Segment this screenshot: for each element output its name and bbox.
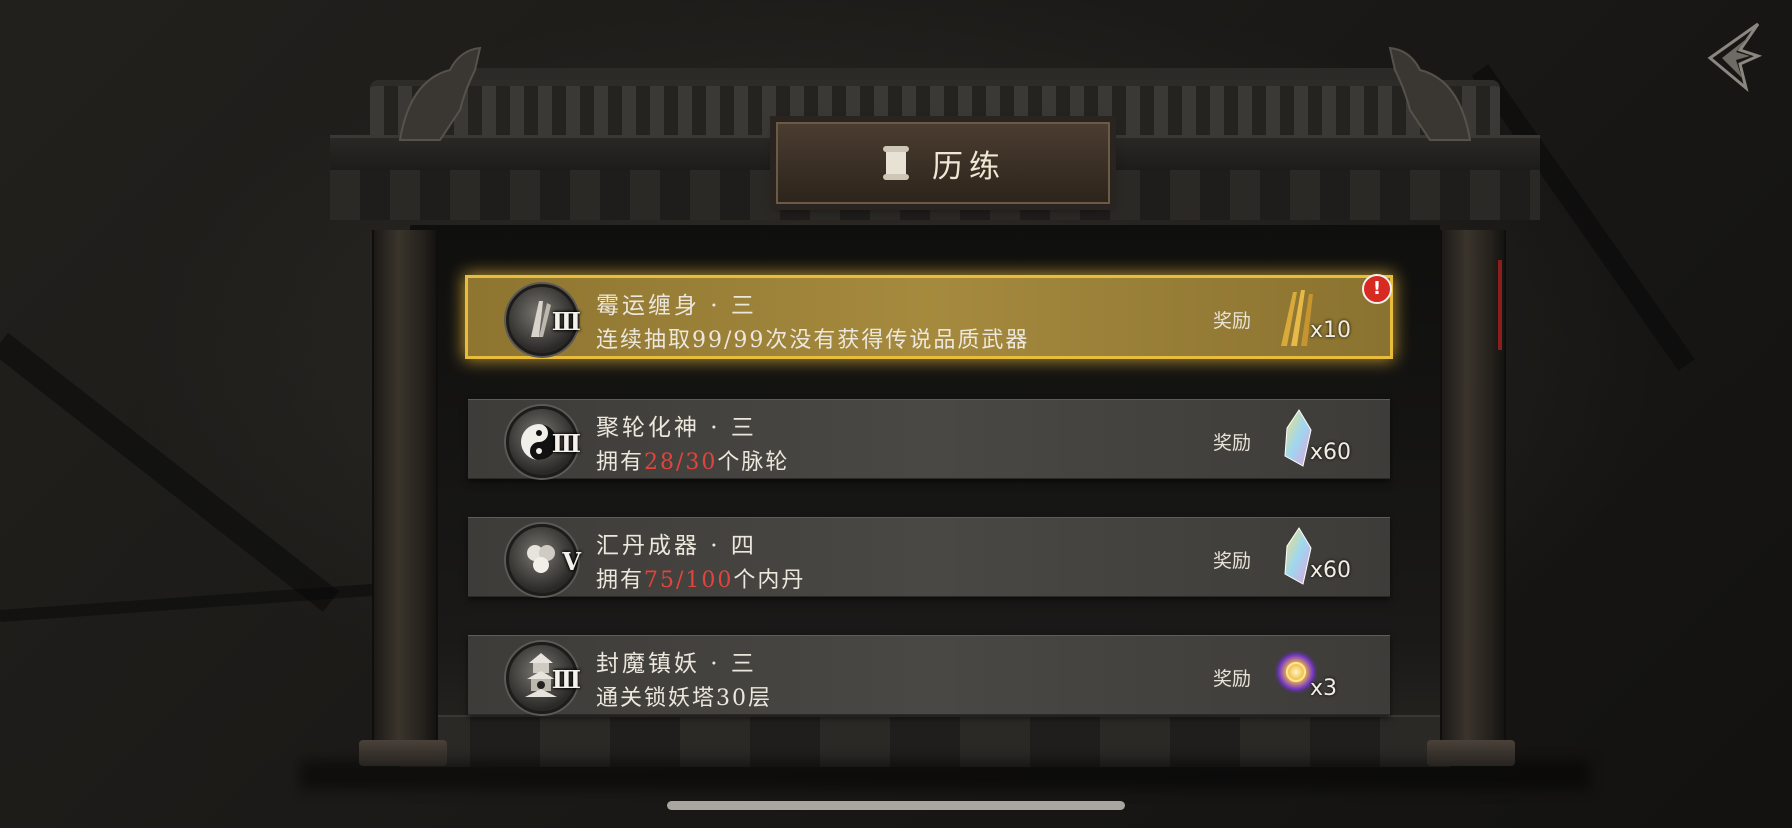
back-arrow-icon (1707, 22, 1763, 93)
quest-row[interactable]: Ⅲ 聚轮化神 · 三 拥有28/30个脉轮 奖励 x60 (468, 399, 1390, 479)
quest-title: 聚轮化神 · 三 (596, 415, 757, 441)
alert-badge: ! (1362, 274, 1392, 304)
left-pillar (372, 230, 438, 765)
quest-row[interactable]: Ⅴ 汇丹成器 · 四 拥有75/100个内丹 奖励 x60 (468, 517, 1390, 597)
roof-dragon-icon (1388, 46, 1472, 141)
left-pillar-base (359, 740, 447, 766)
red-tassel (1498, 260, 1502, 350)
quest-desc: 拥有28/30个脉轮 (596, 450, 790, 475)
back-button[interactable] (1700, 20, 1764, 93)
reward-label: 奖励 (1213, 668, 1252, 690)
quest-icon: Ⅲ (506, 284, 581, 356)
quest-tier: Ⅲ (551, 665, 581, 694)
reward-count: x60 (1310, 558, 1352, 583)
quest-icon: Ⅲ (506, 406, 581, 478)
quest-desc: 通关锁妖塔30层 (596, 686, 772, 711)
quest-tier: Ⅲ (551, 429, 581, 458)
reward-count: x10 (1310, 318, 1352, 343)
scroll-icon (883, 146, 909, 180)
quest-icon: Ⅴ (506, 524, 581, 596)
right-pillar-base (1427, 740, 1515, 766)
quest-tier: Ⅲ (551, 307, 581, 336)
reward-count: x3 (1310, 676, 1338, 701)
quest-desc: 连续抽取99/99次没有获得传说品质武器 (596, 328, 1030, 353)
quest-icon: Ⅲ (506, 642, 581, 714)
roof-dragon-icon (398, 46, 482, 141)
quest-tier: Ⅴ (562, 547, 581, 576)
reward-label: 奖励 (1213, 432, 1252, 454)
quest-title: 封魔镇妖 · 三 (596, 651, 757, 677)
quest-title: 霉运缠身 · 三 (596, 293, 757, 319)
floor-shadow (300, 760, 1590, 790)
right-pillar (1440, 230, 1506, 765)
home-indicator[interactable] (667, 801, 1125, 810)
quest-row[interactable]: Ⅲ 封魔镇妖 · 三 通关锁妖塔30层 奖励 x3 (468, 635, 1390, 715)
reward-label: 奖励 (1213, 310, 1252, 332)
title-plaque: 历练 (776, 122, 1110, 204)
quest-title: 汇丹成器 · 四 (596, 533, 757, 559)
page-title: 历练 (932, 148, 1006, 185)
quest-desc: 拥有75/100个内丹 (596, 568, 806, 593)
reward-label: 奖励 (1213, 550, 1252, 572)
reward-count: x60 (1310, 440, 1352, 465)
quest-row[interactable]: Ⅲ 霉运缠身 · 三 连续抽取99/99次没有获得传说品质武器 奖励 x10 ! (468, 274, 1392, 356)
